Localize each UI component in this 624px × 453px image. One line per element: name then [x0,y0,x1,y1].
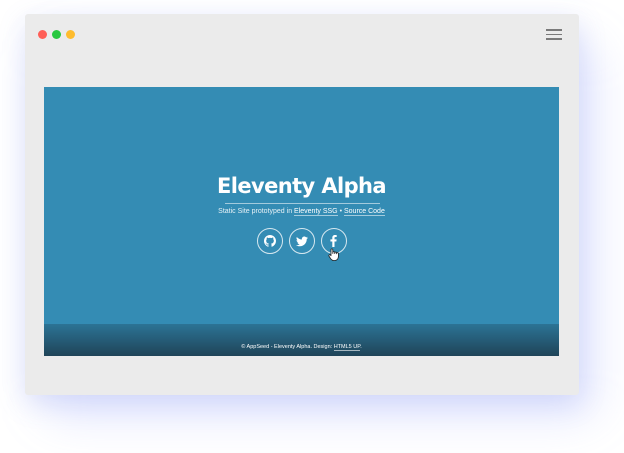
hamburger-menu-icon[interactable] [546,29,562,40]
twitter-icon [295,236,308,246]
title-divider [225,203,380,204]
github-button[interactable] [256,228,283,254]
footer-period: . [360,344,362,350]
close-dot[interactable] [38,30,47,39]
facebook-icon [330,235,337,247]
twitter-button[interactable] [288,228,315,254]
footer-text: © AppSeed - Eleventy Alpha. Design: [241,344,333,350]
subtitle-separator: • [339,208,343,215]
browser-window: Eleventy Alpha Static Site prototyped in… [25,14,579,395]
social-links [44,228,559,254]
page-subtitle: Static Site prototyped in Eleventy SSG •… [44,208,559,216]
minimize-dot[interactable] [52,30,61,39]
eleventy-ssg-link[interactable]: Eleventy SSG [294,208,338,216]
page-title: Eleventy Alpha [217,174,387,198]
github-icon [263,235,276,247]
footer-gradient [44,324,559,356]
subtitle-text: Static Site prototyped in [218,208,293,215]
source-code-link[interactable]: Source Code [343,208,385,216]
hand-cursor-icon [328,248,339,261]
html5up-link[interactable]: HTML5 UP [333,344,361,351]
website-preview: Eleventy Alpha Static Site prototyped in… [44,87,559,356]
maximize-dot[interactable] [66,30,75,39]
page-footer: © AppSeed - Eleventy Alpha. Design: HTML… [44,344,559,351]
window-controls [38,30,75,39]
